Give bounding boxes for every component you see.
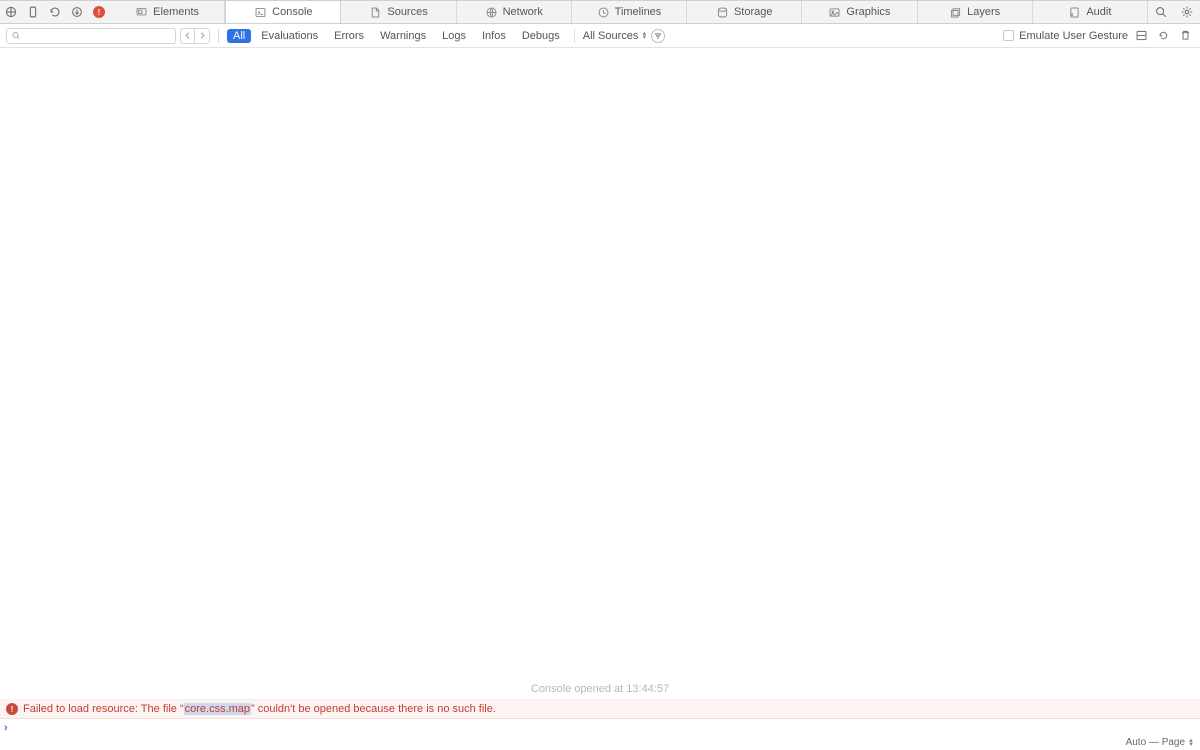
console-prompt-row[interactable]: › xyxy=(0,719,1200,736)
error-file-name[interactable]: core.css.map xyxy=(184,703,251,715)
reload-icon[interactable] xyxy=(44,1,66,24)
emulate-label: Emulate User Gesture xyxy=(1019,30,1128,42)
filter-evaluations[interactable]: Evaluations xyxy=(255,29,324,43)
clear-console-icon[interactable] xyxy=(1176,27,1194,45)
prompt-chevron-icon: › xyxy=(4,722,8,734)
device-icon[interactable] xyxy=(22,1,44,24)
tab-timelines[interactable]: Timelines xyxy=(572,1,687,23)
devtools-tabbar: ! Elements Console Sources Network Timel… xyxy=(0,0,1200,24)
tab-timelines-label: Timelines xyxy=(615,6,662,18)
search-icon[interactable] xyxy=(1148,1,1174,24)
filter-logs[interactable]: Logs xyxy=(436,29,472,43)
console-error-row[interactable]: ! Failed to load resource: The file “cor… xyxy=(0,700,1200,719)
emulate-checkbox[interactable] xyxy=(1003,30,1014,41)
tab-layers[interactable]: Layers xyxy=(918,1,1033,23)
tab-layers-label: Layers xyxy=(967,6,1000,18)
updown-icon-2: ▲▼ xyxy=(1188,739,1194,747)
tab-sources-label: Sources xyxy=(387,6,427,18)
filter-prev-button[interactable] xyxy=(181,29,195,43)
console-toolbar: All Evaluations Errors Warnings Logs Inf… xyxy=(0,24,1200,48)
console-body: Console opened at 13:44:57 ! Failed to l… xyxy=(0,48,1200,750)
filter-infos[interactable]: Infos xyxy=(476,29,512,43)
right-icon-cluster xyxy=(1148,1,1200,23)
tab-console-label: Console xyxy=(272,6,312,18)
tab-elements-label: Elements xyxy=(153,6,199,18)
filter-errors[interactable]: Errors xyxy=(328,29,370,43)
sources-select-label: All Sources xyxy=(583,30,639,42)
context-label: Auto — Page xyxy=(1126,737,1185,748)
split-console-icon[interactable] xyxy=(1132,27,1150,45)
filter-warnings[interactable]: Warnings xyxy=(374,29,432,43)
filter-search-input[interactable] xyxy=(24,30,171,42)
tab-network[interactable]: Network xyxy=(457,1,572,23)
error-text-suffix: ” couldn't be opened because there is no… xyxy=(251,703,496,715)
updown-icon: ▲▼ xyxy=(641,32,647,40)
download-icon[interactable] xyxy=(66,1,88,24)
filter-nav-arrows xyxy=(180,28,210,44)
emulate-user-gesture[interactable]: Emulate User Gesture xyxy=(1003,30,1128,42)
left-icon-cluster: ! xyxy=(0,1,110,23)
tab-graphics-label: Graphics xyxy=(846,6,890,18)
tab-storage[interactable]: Storage xyxy=(687,1,802,23)
tab-network-label: Network xyxy=(503,6,543,18)
error-count-badge[interactable]: ! xyxy=(88,6,110,18)
tab-audit[interactable]: Audit xyxy=(1033,1,1148,23)
tab-console[interactable]: Console xyxy=(225,1,341,23)
search-small-icon xyxy=(11,30,21,41)
filter-all[interactable]: All xyxy=(227,29,251,43)
filter-next-button[interactable] xyxy=(195,29,209,43)
gear-icon[interactable] xyxy=(1174,1,1200,24)
tab-graphics[interactable]: Graphics xyxy=(802,1,917,23)
toolbar-divider-2 xyxy=(574,29,575,43)
tab-audit-label: Audit xyxy=(1086,6,1111,18)
toolbar-divider xyxy=(218,29,219,43)
sources-select[interactable]: All Sources ▲▼ xyxy=(583,30,648,42)
close-sidebar-icon[interactable] xyxy=(0,1,22,24)
filter-debugs[interactable]: Debugs xyxy=(516,29,566,43)
tab-elements[interactable]: Elements xyxy=(110,1,225,23)
preserve-log-icon[interactable] xyxy=(1154,27,1172,45)
console-opened-divider: Console opened at 13:44:57 xyxy=(0,679,1200,700)
tab-storage-label: Storage xyxy=(734,6,773,18)
error-icon: ! xyxy=(6,703,18,715)
scope-filter-icon[interactable] xyxy=(651,29,665,43)
filter-search-wrap[interactable] xyxy=(6,28,176,44)
error-badge-text: ! xyxy=(98,8,101,17)
execution-context-bar[interactable]: Auto — Page ▲▼ xyxy=(0,736,1200,750)
error-text-prefix: Failed to load resource: The file “ xyxy=(23,703,184,715)
tab-sources[interactable]: Sources xyxy=(341,1,456,23)
